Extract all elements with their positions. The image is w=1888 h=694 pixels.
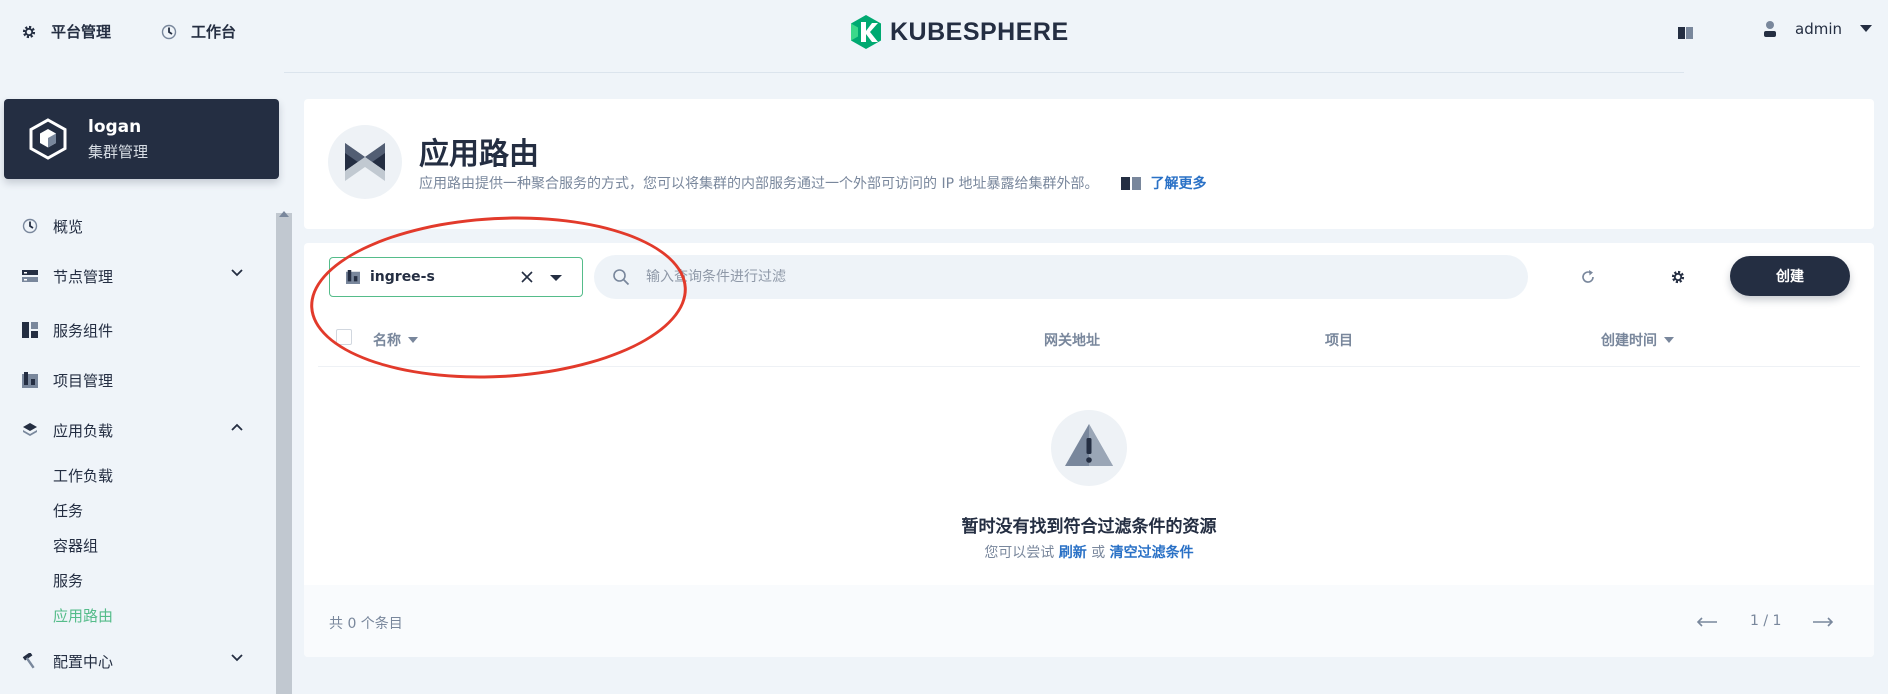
components-icon (21, 322, 39, 338)
project-filter-select[interactable]: ingree-s (329, 257, 583, 297)
sidebar-subitem-ingresses[interactable]: 应用路由 (53, 605, 113, 626)
page-description: 应用路由提供一种聚合服务的方式，您可以将集群的内部服务通过一个外部可访问的 IP… (419, 173, 1206, 193)
column-project: 项目 (1325, 330, 1353, 350)
project-icon (346, 270, 360, 284)
sidebar-scrollbar[interactable] (276, 213, 292, 694)
sidebar-item-label: 服务组件 (53, 321, 114, 340)
warning-icon (1051, 410, 1127, 486)
sidebar-subitem-jobs[interactable]: 任务 (53, 500, 83, 521)
sidebar-subitem-workloads[interactable]: 工作负载 (53, 465, 113, 486)
platform-management-button[interactable]: 平台管理 (21, 21, 111, 42)
table-footer: 共 0 个条目 1 / 1 (304, 585, 1874, 657)
sidebar-item-label: 项目管理 (53, 371, 114, 390)
book-icon (1677, 26, 1695, 40)
kubesphere-logo-icon (850, 14, 882, 50)
logo-text: KUBESPHERE (890, 17, 1069, 46)
platform-management-label: 平台管理 (51, 23, 112, 41)
project-icon (21, 372, 39, 388)
dashboard-icon (21, 218, 39, 234)
header-divider (284, 72, 1684, 73)
column-gateway-address: 网关地址 (1044, 330, 1100, 350)
column-name[interactable]: 名称 (373, 330, 418, 350)
refresh-link[interactable]: 刷新 (1059, 545, 1087, 561)
empty-state-prefix: 您可以尝试 (984, 545, 1055, 561)
chevron-down-icon (231, 654, 243, 662)
table-header: 名称 网关地址 项目 创建时间 (318, 309, 1860, 367)
cluster-icon (26, 117, 70, 161)
layers-icon (21, 422, 39, 438)
sidebar-item-nodes[interactable]: 节点管理 (21, 261, 243, 291)
top-header: 平台管理 工作台 KUBESPHERE admin (0, 0, 1888, 64)
table-settings-button[interactable] (1670, 269, 1686, 285)
sidebar-item-overview[interactable]: 概览 (21, 211, 243, 241)
chevron-down-icon (1860, 25, 1872, 33)
chevron-up-icon (231, 423, 243, 431)
column-name-label: 名称 (373, 333, 401, 349)
user-menu[interactable]: admin (1763, 20, 1872, 38)
sidebar-item-label: 应用负载 (53, 421, 114, 440)
arrow-left-icon (1696, 617, 1718, 627)
create-button[interactable]: 创建 (1730, 256, 1850, 296)
hammer-icon (21, 653, 39, 669)
prev-page-button[interactable] (1696, 617, 1718, 627)
dashboard-icon (161, 24, 177, 40)
workbench-button[interactable]: 工作台 (161, 21, 236, 42)
refresh-icon (1580, 269, 1596, 285)
search-input[interactable] (646, 269, 1486, 285)
cluster-subtitle: 集群管理 (88, 142, 149, 161)
user-icon (1763, 20, 1777, 38)
page-title: 应用路由 (419, 137, 539, 172)
search-icon (612, 268, 630, 286)
description-text: 应用路由提供一种聚合服务的方式，您可以将集群的内部服务通过一个外部可访问的 IP… (419, 176, 1099, 192)
clear-filter-link[interactable]: 清空过滤条件 (1110, 545, 1194, 561)
project-filter-value: ingree-s (370, 269, 435, 285)
gear-icon (21, 24, 37, 40)
ingress-list-panel: ingree-s 创建 名称 网关地址 项目 (304, 243, 1874, 657)
search-bar[interactable] (594, 255, 1528, 299)
empty-state-title: 暂时没有找到符合过滤条件的资源 (961, 517, 1217, 537)
learn-more-link[interactable]: 了解更多 (1120, 173, 1206, 193)
sidebar-item-projects[interactable]: 项目管理 (21, 365, 243, 395)
gear-icon (1670, 269, 1686, 285)
sidebar-item-app-workloads[interactable]: 应用负载 (21, 415, 243, 445)
kubesphere-logo[interactable]: KUBESPHERE (850, 14, 1069, 50)
sidebar-subitem-pods[interactable]: 容器组 (53, 535, 98, 556)
sidebar-item-label: 配置中心 (53, 652, 114, 671)
ingress-icon (328, 125, 402, 199)
book-icon (1120, 175, 1142, 191)
next-page-button[interactable] (1812, 617, 1834, 627)
sort-down-icon (1664, 337, 1674, 343)
clear-filter-icon[interactable] (521, 271, 533, 283)
sidebar-item-label: 节点管理 (53, 267, 114, 286)
page-banner: 应用路由 应用路由提供一种聚合服务的方式，您可以将集群的内部服务通过一个外部可访… (304, 99, 1874, 229)
sort-down-icon (408, 337, 418, 343)
column-gateway-label: 网关地址 (1044, 333, 1100, 349)
chevron-down-icon[interactable] (550, 275, 562, 281)
sidebar-item-label: 概览 (53, 217, 84, 236)
column-created-label: 创建时间 (1601, 333, 1657, 349)
sidebar-subitem-services[interactable]: 服务 (53, 570, 83, 591)
select-all-checkbox[interactable] (336, 329, 352, 345)
page-indicator: 1 / 1 (1750, 613, 1782, 629)
column-created-time[interactable]: 创建时间 (1601, 330, 1674, 350)
sidebar-item-components[interactable]: 服务组件 (21, 315, 243, 345)
workbench-label: 工作台 (191, 23, 237, 41)
cluster-card[interactable]: logan 集群管理 (4, 99, 279, 179)
documentation-button[interactable] (1677, 26, 1695, 40)
cluster-name: logan (88, 116, 142, 137)
total-count: 共 0 个条目 (329, 616, 403, 632)
scroll-up-arrow[interactable] (279, 211, 289, 217)
refresh-button[interactable] (1580, 269, 1596, 285)
column-project-label: 项目 (1325, 333, 1353, 349)
chevron-down-icon (231, 269, 243, 277)
server-icon (21, 269, 39, 283)
learn-more-label: 了解更多 (1150, 176, 1207, 192)
empty-state-description: 您可以尝试 刷新 或 清空过滤条件 (304, 542, 1874, 562)
username: admin (1795, 20, 1842, 38)
sidebar-item-config-center[interactable]: 配置中心 (21, 646, 243, 676)
arrow-right-icon (1812, 617, 1834, 627)
empty-state-or: 或 (1091, 545, 1106, 561)
